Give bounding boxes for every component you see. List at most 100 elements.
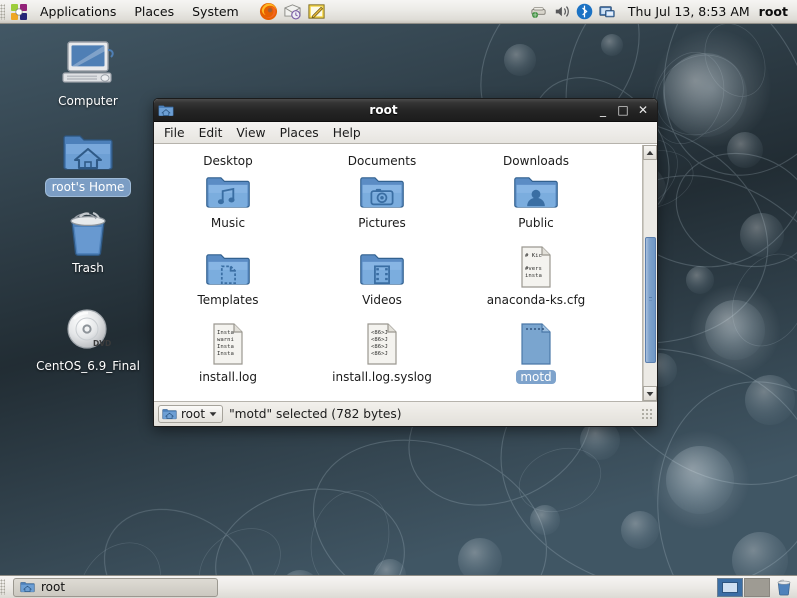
- svg-text:#vers: #vers: [525, 266, 542, 272]
- menu-help[interactable]: Help: [326, 124, 368, 142]
- close-button[interactable]: ✕: [633, 101, 653, 119]
- file-manager-window: root _ □ ✕ File Edit View Places Help De…: [153, 98, 658, 427]
- system-tray: Thu Jul 13, 8:53 AM root: [527, 0, 797, 24]
- bottom-panel: root: [0, 575, 797, 598]
- menu-file[interactable]: File: [157, 124, 192, 142]
- maximize-button[interactable]: □: [613, 101, 633, 119]
- desktop-icon-computer[interactable]: Computer: [33, 40, 143, 110]
- public-folder-icon: [513, 163, 559, 213]
- location-button[interactable]: root: [158, 405, 224, 423]
- file-item-pictures[interactable]: Pictures: [314, 163, 450, 230]
- menu-places[interactable]: Places: [126, 1, 182, 23]
- blue-document-icon: [516, 317, 556, 367]
- titlebar-home-folder-icon: [158, 103, 174, 118]
- location-button-label: root: [181, 407, 206, 421]
- window-statusbar: root "motd" selected (782 bytes): [154, 401, 657, 426]
- scrollbar-thumb[interactable]: [645, 236, 656, 364]
- menu-view[interactable]: View: [229, 124, 272, 142]
- scroll-down-button[interactable]: [643, 386, 657, 401]
- chevron-down-icon: [209, 411, 217, 417]
- svg-text:<86>J: <86>J: [371, 330, 388, 336]
- desktop-icon-label: root's Home: [44, 178, 132, 197]
- menu-places[interactable]: Places: [273, 124, 326, 142]
- music-folder-icon: [205, 163, 251, 213]
- file-item-label: Public: [518, 216, 554, 230]
- window-menubar: File Edit View Places Help: [154, 122, 657, 144]
- file-item-label: Pictures: [358, 216, 406, 230]
- home-folder-icon: [62, 125, 114, 175]
- network-icon[interactable]: [527, 1, 550, 23]
- panel-grip[interactable]: [0, 579, 5, 595]
- workspace-switcher[interactable]: [717, 576, 797, 598]
- dvd-disc-icon: DVD: [62, 305, 114, 355]
- svg-text:insta: insta: [525, 273, 542, 279]
- workspace-2[interactable]: [744, 577, 770, 597]
- file-item-label: install.log.syslog: [332, 370, 432, 384]
- vertical-scrollbar[interactable]: [642, 145, 657, 401]
- menu-edit[interactable]: Edit: [192, 124, 230, 142]
- taskbar-window-root[interactable]: root: [13, 577, 218, 597]
- desktop-icon-trash[interactable]: Trash: [33, 207, 143, 277]
- desktop-icon-label: Trash: [72, 261, 104, 275]
- file-item-label: Music: [210, 216, 246, 230]
- file-item-label: motd: [516, 370, 556, 384]
- clock[interactable]: Thu Jul 13, 8:53 AM: [619, 4, 759, 19]
- window-titlebar[interactable]: root _ □ ✕: [154, 99, 657, 122]
- pictures-folder-icon: [359, 163, 405, 213]
- bluetooth-icon[interactable]: [573, 1, 596, 23]
- evolution-mail-icon[interactable]: [282, 1, 304, 23]
- svg-text:<86>J: <86>J: [371, 351, 388, 357]
- file-item-music[interactable]: Music: [160, 163, 296, 230]
- scrollbar-track[interactable]: [643, 160, 657, 386]
- resize-grip[interactable]: [641, 408, 653, 420]
- trash-applet-icon[interactable]: [771, 576, 797, 598]
- home-folder-icon: [20, 580, 35, 594]
- desktop-icon-centos-dvd[interactable]: DVD CentOS_6.9_Final: [33, 305, 143, 375]
- svg-text:Insta: Insta: [217, 351, 234, 357]
- trash-icon: [63, 207, 113, 257]
- file-item-label: install.log: [198, 370, 258, 384]
- file-view-area: Desktop Documents Downloads Music Pictur…: [154, 144, 657, 401]
- panel-grip[interactable]: [0, 3, 5, 20]
- desktop-icon-roots-home[interactable]: root's Home: [33, 125, 143, 197]
- minimize-button[interactable]: _: [593, 101, 613, 119]
- home-folder-icon: [162, 407, 177, 421]
- templates-folder-icon: [205, 240, 251, 290]
- display-icon[interactable]: [596, 1, 619, 23]
- volume-icon[interactable]: [550, 1, 573, 23]
- svg-text:# Kic: # Kic: [525, 253, 542, 259]
- file-item-anaconda-ks-cfg[interactable]: # Kic #vers insta anaconda-ks.cfg: [468, 240, 604, 307]
- computer-icon: [59, 40, 117, 90]
- file-item-install-log[interactable]: Insta warni Insta Insta install.log: [160, 317, 296, 384]
- file-item-install-log-syslog[interactable]: <86>J <86>J <86>J <86>J install.log.sysl…: [314, 317, 450, 384]
- status-text: "motd" selected (782 bytes): [229, 407, 402, 421]
- icon-grid[interactable]: Desktop Documents Downloads Music Pictur…: [154, 145, 642, 401]
- scroll-up-button[interactable]: [643, 145, 657, 160]
- top-panel: Applications Places System Thu Jul 13, 8…: [0, 0, 797, 24]
- text-document-icon: Insta warni Insta Insta: [208, 317, 248, 367]
- menu-applications[interactable]: Applications: [32, 1, 124, 23]
- file-item-templates[interactable]: Templates: [160, 240, 296, 307]
- text-document-icon: # Kic #vers insta: [516, 240, 556, 290]
- svg-text:Insta: Insta: [217, 330, 234, 336]
- svg-text:<86>J: <86>J: [371, 337, 388, 343]
- svg-text:DVD: DVD: [93, 339, 111, 348]
- text-document-icon: <86>J <86>J <86>J <86>J: [362, 317, 402, 367]
- taskbar-window-label: root: [41, 580, 66, 594]
- window-title: root: [369, 103, 398, 117]
- menu-system[interactable]: System: [184, 1, 247, 23]
- workspace-1[interactable]: [717, 577, 743, 597]
- file-item-label: anaconda-ks.cfg: [486, 293, 586, 307]
- file-item-public[interactable]: Public: [468, 163, 604, 230]
- file-item-videos[interactable]: Videos: [314, 240, 450, 307]
- svg-text:<86>J: <86>J: [371, 344, 388, 350]
- user-menu[interactable]: root: [759, 4, 797, 19]
- firefox-icon[interactable]: [258, 1, 280, 23]
- centos-logo-icon: [8, 1, 30, 23]
- file-item-label: Videos: [362, 293, 402, 307]
- desktop-icon-label: CentOS_6.9_Final: [36, 359, 140, 373]
- file-item-motd[interactable]: motd: [468, 317, 604, 384]
- text-editor-icon[interactable]: [306, 1, 328, 23]
- file-item-label: Templates: [197, 293, 259, 307]
- svg-text:Insta: Insta: [217, 344, 234, 350]
